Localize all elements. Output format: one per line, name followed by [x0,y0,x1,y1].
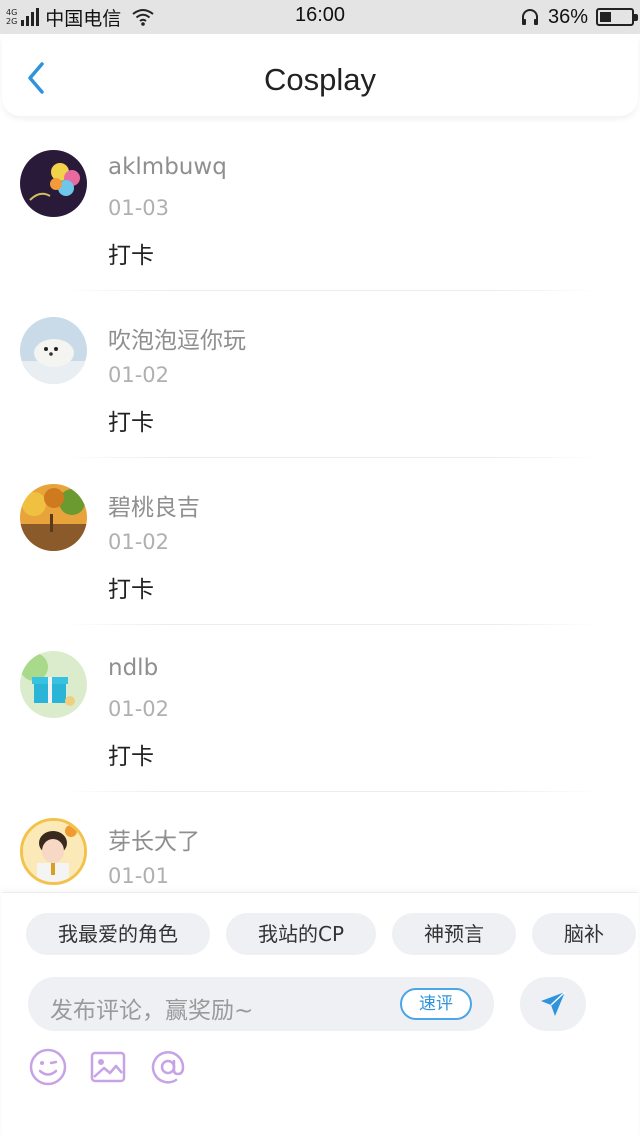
status-bar: 4G 2G 中国电信 16:00 36% [0,0,640,34]
composer-toolbar [28,1047,188,1087]
emoji-icon[interactable] [28,1047,68,1087]
send-arrow-icon [541,991,566,1016]
comment-composer: 我最爱的角色 我站的CP 神预言 脑补 发布评论，赢奖励~ 速评 [2,892,638,1138]
comment-text: 打卡 [108,410,154,436]
battery-icon [596,8,638,26]
mention-icon[interactable] [148,1047,188,1087]
avatar[interactable] [20,484,87,551]
quick-review-button[interactable]: 速评 [400,988,472,1020]
comment-list[interactable]: aklmbuwq 01-03 打卡 吹泡泡逗你玩 01-02 打卡 碧桃良吉 0… [0,124,640,890]
comment-username[interactable]: 芽长大了 [108,822,200,856]
quick-tag-my-cp[interactable]: 我站的CP [226,913,377,955]
comment-item: ndlb 01-02 打卡 [0,625,640,792]
comment-input[interactable]: 发布评论，赢奖励~ 速评 [28,977,494,1031]
quick-tag-imagination[interactable]: 脑补 [532,913,637,955]
comment-username[interactable]: 碧桃良吉 [108,488,200,522]
battery-percent: 36% [547,5,588,28]
send-button[interactable] [520,977,586,1031]
comment-date: 01-02 [108,530,170,554]
quick-tag-prediction[interactable]: 神预言 [392,913,517,955]
comment-item: aklmbuwq 01-03 打卡 [0,124,640,291]
avatar[interactable] [20,651,87,718]
comment-item: 碧桃良吉 01-02 打卡 [0,458,640,625]
image-icon[interactable] [88,1047,128,1087]
comment-date: 01-01 [108,864,170,888]
avatar[interactable] [20,317,87,384]
nav-header: Cosplay [2,36,638,116]
headphone-icon [521,9,538,25]
comment-text: 打卡 [108,243,154,269]
comment-date: 01-02 [108,697,170,721]
avatar[interactable] [20,818,87,885]
battery-level [600,12,611,22]
comment-username[interactable]: aklmbuwq [108,154,227,180]
page-title: Cosplay [264,62,376,97]
comment-item: 芽长大了 01-01 [0,792,640,890]
quick-tag-row: 我最爱的角色 我站的CP 神预言 脑补 [26,913,637,955]
quick-tag-favorite-character[interactable]: 我最爱的角色 [26,913,210,955]
comment-username[interactable]: ndlb [108,655,158,681]
comment-username[interactable]: 吹泡泡逗你玩 [108,321,246,355]
status-right: 36% [520,4,638,30]
comment-input-placeholder: 发布评论，赢奖励~ [50,998,254,1024]
comment-date: 01-02 [108,363,170,387]
comment-text: 打卡 [108,744,154,770]
comment-text: 打卡 [108,577,154,603]
avatar[interactable] [20,150,87,217]
comment-date: 01-03 [108,196,170,220]
comment-item: 吹泡泡逗你玩 01-02 打卡 [0,291,640,458]
